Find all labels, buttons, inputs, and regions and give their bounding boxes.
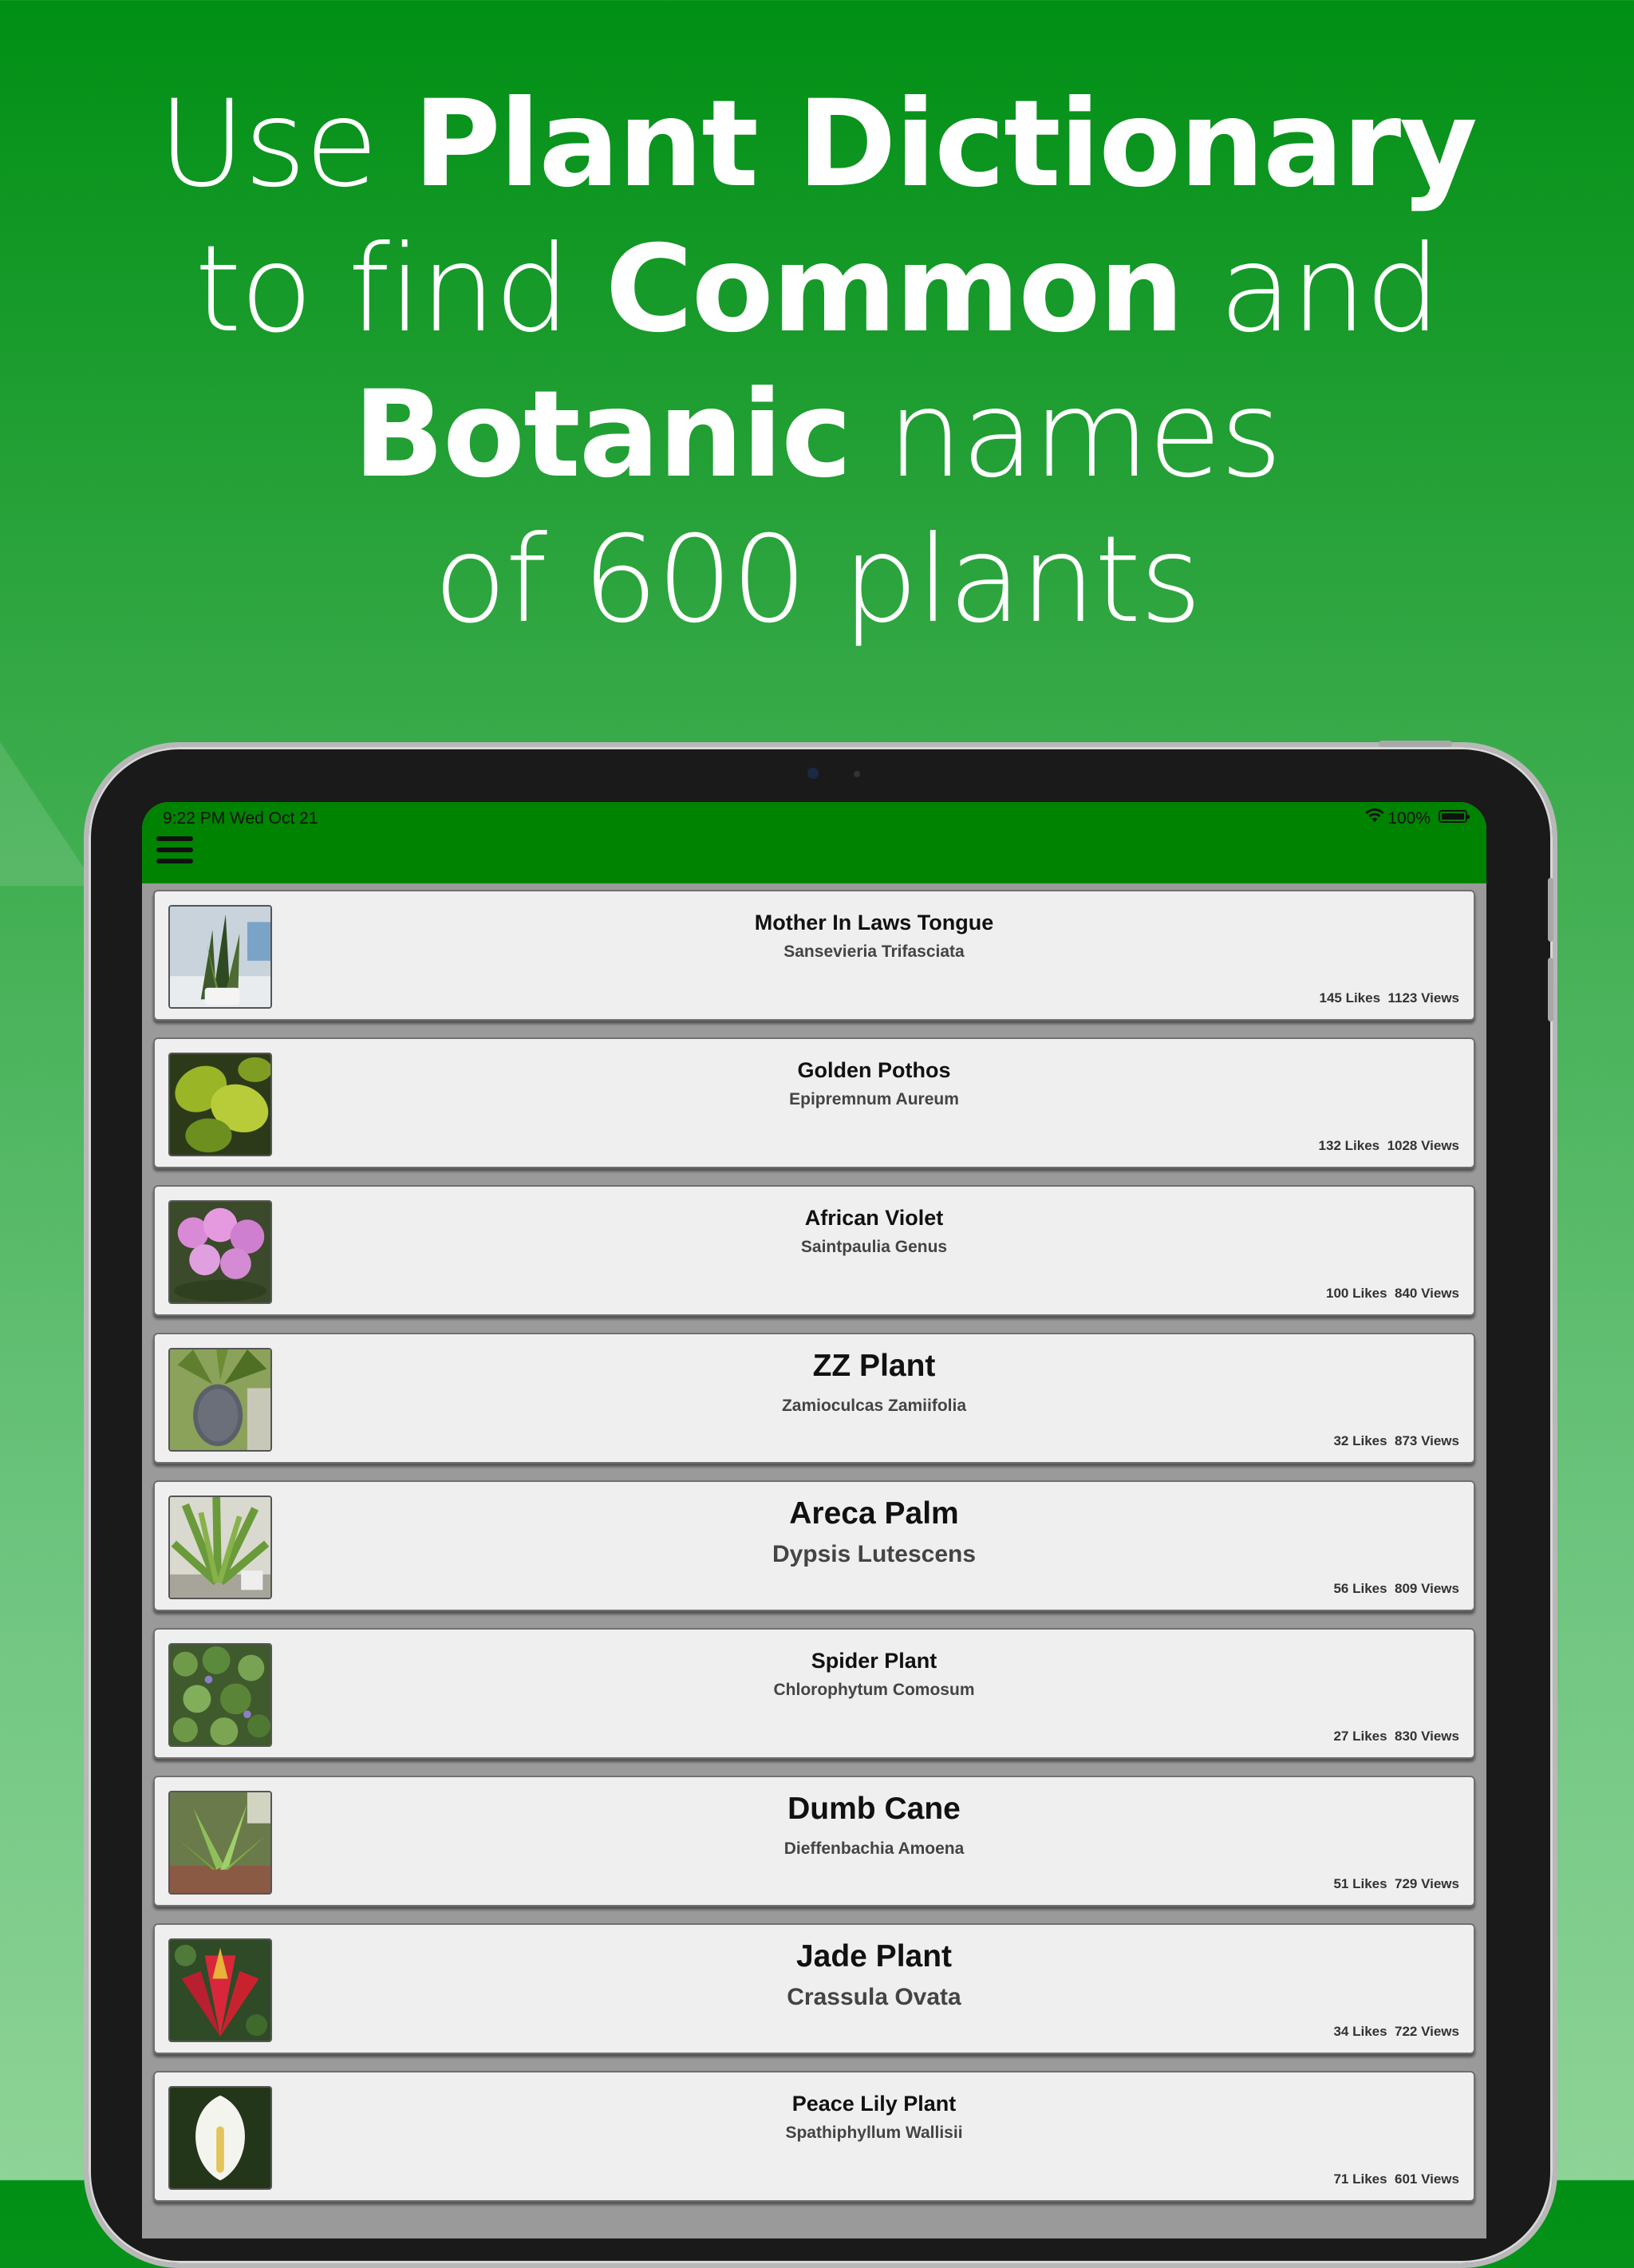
common-name: Areca Palm [789, 1496, 959, 1531]
botanic-name: Chlorophytum Comosum [773, 1681, 975, 1699]
palm-thumbnail [168, 1496, 272, 1599]
status-time: 9:22 PM Wed Oct 21 [163, 809, 318, 828]
likes-count: 51 Likes [1333, 1876, 1387, 1891]
common-name: Peace Lily Plant [791, 2092, 957, 2116]
card-stats: 100 Likes 840 Views [1326, 1286, 1459, 1302]
volume-up-button [1548, 878, 1553, 942]
common-name: Golden Pothos [797, 1058, 951, 1082]
common-name: Spider Plant [811, 1649, 937, 1673]
snake-plant-thumbnail [168, 905, 272, 1009]
common-name: Dumb Cane [787, 1792, 961, 1826]
views-count: 1028 Views [1387, 1138, 1459, 1153]
botanic-name: Dypsis Lutescens [772, 1541, 977, 1567]
peace-lily-thumbnail [168, 2086, 272, 2190]
plant-card[interactable]: Mother In Laws Tongue Sansevieria Trifas… [153, 890, 1475, 1021]
likes-count: 132 Likes [1318, 1138, 1380, 1153]
garden-plant-thumbnail [168, 1791, 272, 1895]
card-stats: 56 Likes 809 Views [1333, 1581, 1459, 1597]
card-stats: 145 Likes 1123 Views [1319, 990, 1459, 1006]
red-bromeliad-thumbnail [168, 1938, 272, 2042]
headline-line-3: Botanic names [353, 365, 1283, 504]
likes-count: 145 Likes [1319, 990, 1381, 1006]
sensor-icon [854, 771, 860, 777]
front-camera-icon [807, 768, 819, 779]
pothos-thumbnail [168, 1053, 272, 1156]
promo-headline: Use Plant Dictionary to find Common and … [0, 72, 1634, 653]
wifi-icon [1365, 808, 1384, 822]
card-stats: 132 Likes 1028 Views [1319, 1138, 1459, 1154]
botanic-name: Zamioculcas Zamiifolia [781, 1397, 967, 1415]
likes-count: 34 Likes [1333, 2024, 1387, 2039]
pineapple-thumbnail [168, 1348, 272, 1452]
app-screen: 9:22 PM Wed Oct 21 100% Mother In Laws T… [142, 802, 1486, 2238]
plant-card[interactable]: African Violet Saintpaulia Genus 100 Lik… [153, 1185, 1475, 1316]
leafy-groundcover-thumbnail [168, 1643, 272, 1747]
card-stats: 32 Likes 873 Views [1333, 1433, 1459, 1449]
app-name: Plant Dictionary [412, 75, 1478, 214]
views-count: 840 Views [1395, 1286, 1459, 1301]
headline-line-1: Use Plant Dictionary [158, 75, 1478, 214]
common-name: African Violet [804, 1206, 944, 1230]
common-name: ZZ Plant [812, 1349, 936, 1383]
card-stats: 71 Likes 601 Views [1333, 2171, 1459, 2187]
botanic-name: Spathiphyllum Wallisii [785, 2124, 963, 2142]
african-violet-thumbnail [168, 1200, 272, 1304]
hamburger-menu-icon[interactable] [156, 836, 193, 867]
likes-count: 32 Likes [1333, 1433, 1387, 1448]
card-stats: 27 Likes 830 Views [1333, 1729, 1459, 1744]
battery-icon [1439, 810, 1470, 823]
common-name: Jade Plant [795, 1939, 953, 1974]
views-count: 830 Views [1395, 1729, 1459, 1744]
common-name: Mother In Laws Tongue [754, 911, 994, 934]
plant-card[interactable]: Golden Pothos Epipremnum Aureum 132 Like… [153, 1037, 1475, 1168]
botanic-name: Dieffenbachia Amoena [783, 1839, 965, 1858]
views-count: 1123 Views [1387, 990, 1460, 1006]
card-stats: 34 Likes 722 Views [1333, 2024, 1459, 2040]
headline-line-4: of 600 plants [433, 511, 1202, 650]
app-bar: 9:22 PM Wed Oct 21 100% [142, 802, 1486, 883]
background-decoration [0, 742, 96, 886]
plant-card[interactable]: Peace Lily Plant Spathiphyllum Wallisii … [153, 2071, 1475, 2202]
plant-list: Mother In Laws Tongue Sansevieria Trifas… [153, 890, 1475, 2219]
plant-card[interactable]: Dumb Cane Dieffenbachia Amoena 51 Likes … [153, 1776, 1475, 1906]
views-count: 809 Views [1395, 1581, 1459, 1596]
likes-count: 100 Likes [1326, 1286, 1387, 1301]
plant-card[interactable]: Areca Palm Dypsis Lutescens 56 Likes 809… [153, 1480, 1475, 1611]
plant-card[interactable]: Jade Plant Crassula Ovata 34 Likes 722 V… [153, 1923, 1475, 2054]
likes-count: 71 Likes [1333, 2171, 1387, 2187]
views-count: 873 Views [1395, 1433, 1459, 1448]
card-stats: 51 Likes 729 Views [1333, 1876, 1459, 1892]
botanic-name: Crassula Ovata [787, 1984, 961, 2010]
top-button [1379, 741, 1452, 747]
views-count: 601 Views [1395, 2171, 1459, 2187]
botanic-name: Epipremnum Aureum [789, 1090, 959, 1108]
headline-line-2: to find Common and [194, 220, 1441, 359]
botanic-name: Sansevieria Trifasciata [783, 942, 965, 961]
botanic-name: Saintpaulia Genus [800, 1238, 948, 1256]
views-count: 729 Views [1395, 1876, 1459, 1891]
likes-count: 56 Likes [1333, 1581, 1387, 1596]
likes-count: 27 Likes [1333, 1729, 1387, 1744]
plant-card[interactable]: ZZ Plant Zamioculcas Zamiifolia 32 Likes… [153, 1333, 1475, 1464]
volume-down-button [1548, 958, 1553, 1021]
battery-percent: 100% [1387, 809, 1431, 828]
views-count: 722 Views [1395, 2024, 1459, 2039]
plant-card[interactable]: Spider Plant Chlorophytum Comosum 27 Lik… [153, 1628, 1475, 1759]
